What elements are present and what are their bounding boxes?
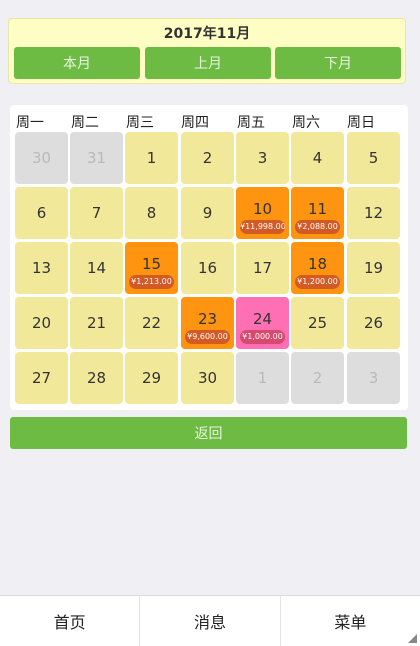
calendar-day[interactable]: 30 (181, 352, 234, 404)
day-number: 22 (141, 314, 162, 332)
calendar-day[interactable]: 24 ¥1,000.00 (236, 297, 289, 349)
calendar-day[interactable]: 26 (347, 297, 400, 349)
day-number: 3 (257, 149, 268, 167)
back-button[interactable]: 返回 (10, 417, 407, 449)
tab-home[interactable]: 首页 (0, 596, 141, 646)
day-number: 15 (141, 255, 162, 273)
day-number: 2 (202, 149, 213, 167)
weekday-tue: 周二 (71, 115, 99, 131)
calendar-day[interactable]: 1 (236, 352, 289, 404)
day-number: 1 (257, 369, 268, 387)
day-number: 21 (86, 314, 107, 332)
day-number: 11 (307, 200, 328, 218)
bottom-tabbar: 首页 消息 菜单 (0, 595, 420, 646)
month-title: 2017年11月 (163, 26, 251, 42)
day-number: 30 (197, 369, 218, 387)
day-number: 10 (252, 200, 273, 218)
day-number: 30 (31, 149, 52, 167)
day-number: 25 (307, 314, 328, 332)
amount-badge: ¥1,213.00 (129, 275, 174, 289)
day-number: 29 (141, 369, 162, 387)
calendar-day[interactable]: 19 (347, 242, 400, 294)
calendar-day[interactable]: 3 (347, 352, 400, 404)
this-month-button[interactable]: 本月 (14, 47, 140, 79)
day-number: 23 (197, 310, 218, 328)
calendar-day[interactable]: 6 (15, 187, 68, 239)
day-number: 31 (86, 149, 107, 167)
calendar-day[interactable]: 20 (15, 297, 68, 349)
resize-grip-icon (408, 634, 417, 643)
day-number: 19 (363, 259, 384, 277)
calendar-day[interactable]: 3 (236, 132, 289, 184)
calendar-day[interactable]: 1 (125, 132, 178, 184)
day-number: 2 (312, 369, 323, 387)
day-number: 9 (202, 204, 213, 222)
amount-badge: ¥9,600.00 (185, 330, 230, 344)
calendar-day[interactable]: 12 (347, 187, 400, 239)
day-number: 1 (146, 149, 157, 167)
day-number: 28 (86, 369, 107, 387)
calendar-day[interactable]: 27 (15, 352, 68, 404)
weekday-thu: 周四 (181, 115, 209, 131)
weekday-fri: 周五 (237, 115, 265, 131)
calendar-day[interactable]: 22 (125, 297, 178, 349)
calendar-day[interactable]: 28 (70, 352, 123, 404)
day-number: 7 (91, 204, 102, 222)
tab-menu[interactable]: 菜单 (281, 596, 420, 646)
day-number: 16 (197, 259, 218, 277)
calendar-day[interactable]: 9 (181, 187, 234, 239)
day-number: 14 (86, 259, 107, 277)
day-number: 5 (368, 149, 379, 167)
calendar-day[interactable]: 17 (236, 242, 289, 294)
month-header: 2017年11月 本月 上月 下月 (8, 18, 406, 84)
day-number: 17 (252, 259, 273, 277)
calendar-day[interactable]: 8 (125, 187, 178, 239)
calendar-day[interactable]: 15 ¥1,213.00 (125, 242, 178, 294)
day-number: 6 (36, 204, 47, 222)
day-number: 27 (31, 369, 52, 387)
calendar-day[interactable]: 14 (70, 242, 123, 294)
weekday-sun: 周日 (347, 115, 375, 131)
calendar-day[interactable]: 16 (181, 242, 234, 294)
weekday-sat: 周六 (292, 115, 320, 131)
calendar-day[interactable]: 18 ¥1,200.00 (291, 242, 344, 294)
calendar-day[interactable]: 7 (70, 187, 123, 239)
next-month-button[interactable]: 下月 (275, 47, 401, 79)
day-number: 18 (307, 255, 328, 273)
calendar-day[interactable]: 2 (181, 132, 234, 184)
prev-month-button[interactable]: 上月 (145, 47, 271, 79)
calendar-day[interactable]: 30 (15, 132, 68, 184)
amount-badge: ¥11,998.00 (240, 220, 285, 234)
day-number: 4 (312, 149, 323, 167)
amount-badge: ¥2,088.00 (295, 220, 340, 234)
calendar-day[interactable]: 21 (70, 297, 123, 349)
day-number: 20 (31, 314, 52, 332)
calendar-day[interactable]: 4 (291, 132, 344, 184)
calendar-day[interactable]: 29 (125, 352, 178, 404)
tab-messages[interactable]: 消息 (140, 596, 281, 646)
calendar-day[interactable]: 13 (15, 242, 68, 294)
day-number: 8 (146, 204, 157, 222)
calendar-day[interactable]: 11 ¥2,088.00 (291, 187, 344, 239)
weekday-mon: 周一 (16, 115, 44, 131)
day-number: 24 (252, 310, 273, 328)
weekday-wed: 周三 (126, 115, 154, 131)
calendar-day[interactable]: 2 (291, 352, 344, 404)
amount-badge: ¥1,000.00 (240, 330, 285, 344)
calendar-day[interactable]: 31 (70, 132, 123, 184)
day-number: 3 (368, 369, 379, 387)
calendar-day[interactable]: 10 ¥11,998.00 (236, 187, 289, 239)
amount-badge: ¥1,200.00 (295, 275, 340, 289)
calendar-day[interactable]: 5 (347, 132, 400, 184)
calendar-day[interactable]: 23 ¥9,600.00 (181, 297, 234, 349)
day-number: 13 (31, 259, 52, 277)
day-number: 26 (363, 314, 384, 332)
calendar-day[interactable]: 25 (291, 297, 344, 349)
day-number: 12 (363, 204, 384, 222)
